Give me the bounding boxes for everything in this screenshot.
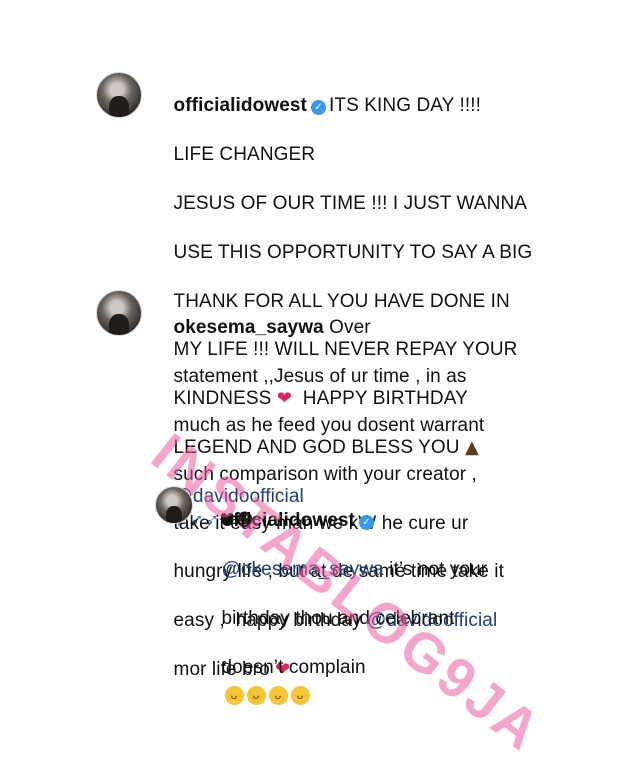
avatar[interactable] xyxy=(96,290,142,336)
face-with-tears-of-joy-icon: ᴗ xyxy=(246,686,266,706)
comment-text-line: JESUS OF OUR TIME !!! I JUST WANNA xyxy=(173,193,528,215)
verified-badge-icon: ✓ xyxy=(310,100,326,116)
comment-text-line: ITS KING DAY !!!! xyxy=(328,95,481,117)
verified-badge-icon: ✓ xyxy=(358,515,374,531)
comment-text-line: statement ,,Jesus of ur time , in as xyxy=(173,366,467,388)
comment-username[interactable]: officialidowest xyxy=(174,95,307,116)
comment-text-line: doesn’t complain xyxy=(221,656,366,678)
comment-text-line: USE THIS OPPORTUNITY TO SAY A BIG xyxy=(173,241,533,263)
face-with-tears-of-joy-icon: ᴗ xyxy=(268,686,288,706)
comment-text-line: Over xyxy=(329,317,371,339)
avatar[interactable] xyxy=(96,72,142,118)
face-with-tears-of-joy-icon: ᴗ xyxy=(290,686,310,706)
comment-text-line: LIFE CHANGER xyxy=(173,144,316,166)
comment-username[interactable]: okesema_saywa xyxy=(174,317,324,338)
face-with-tears-of-joy-icon: ᴗ xyxy=(224,686,244,706)
comment-text-line: it’s not your xyxy=(389,559,488,581)
comment-text-line: much as he feed you dosent warrant xyxy=(173,415,485,437)
